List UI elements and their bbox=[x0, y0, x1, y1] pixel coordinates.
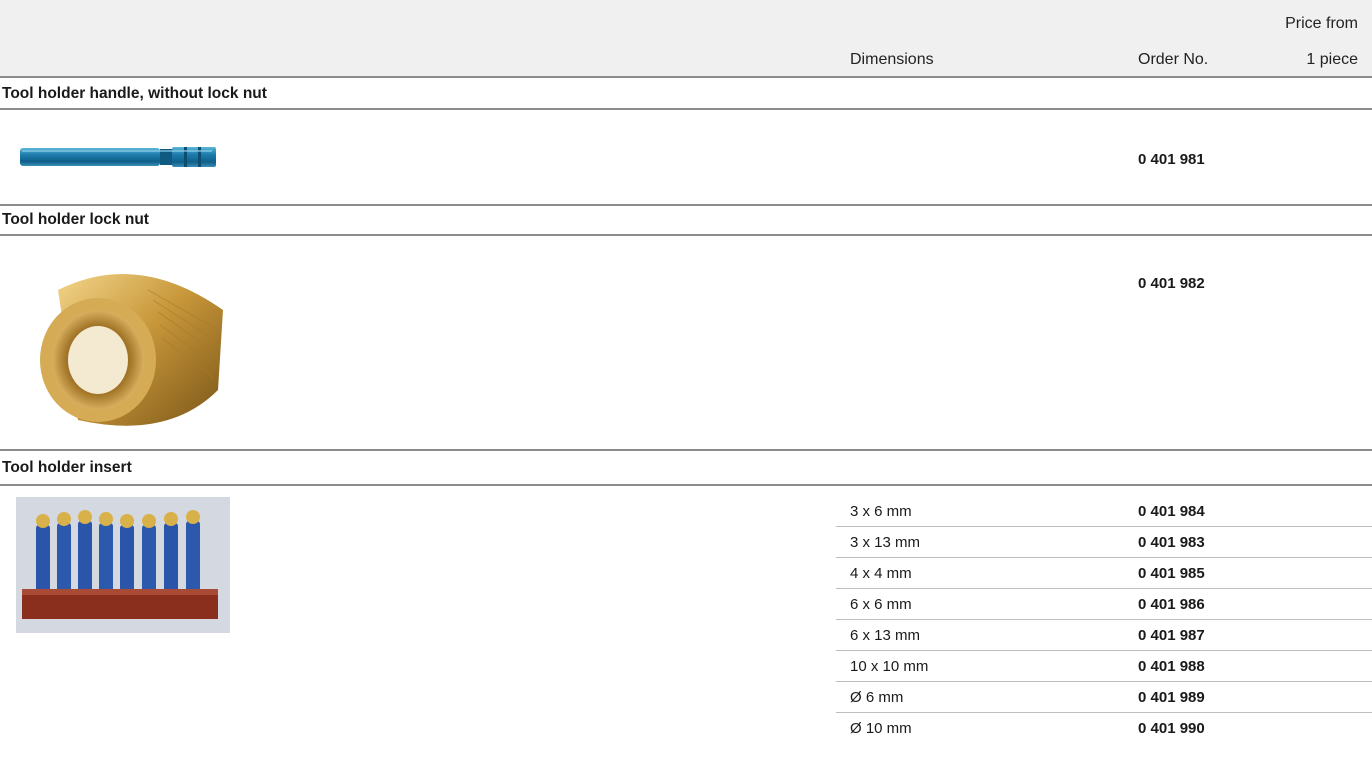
blue-handle-image bbox=[16, 136, 230, 184]
table-row: 6 x 13 mm 0 401 987 bbox=[836, 621, 1372, 651]
table-row: 10 x 10 mm 0 401 988 bbox=[836, 652, 1372, 682]
dimension-value: Ø 10 mm bbox=[850, 720, 912, 737]
order-no-value: 0 401 986 bbox=[1138, 596, 1205, 613]
order-no-lock-nut: 0 401 982 bbox=[1138, 275, 1205, 292]
order-no-value: 0 401 989 bbox=[1138, 689, 1205, 706]
order-no-value: 0 401 984 bbox=[1138, 503, 1205, 520]
order-no-handle: 0 401 981 bbox=[1138, 151, 1205, 168]
order-no-value: 0 401 985 bbox=[1138, 565, 1205, 582]
order-no-value: 0 401 983 bbox=[1138, 534, 1205, 551]
order-no-value: 0 401 988 bbox=[1138, 658, 1205, 675]
order-no-header: Order No. bbox=[1138, 51, 1209, 68]
order-no-value: 0 401 987 bbox=[1138, 627, 1205, 644]
price-header-line2: 1 piece bbox=[1306, 51, 1358, 68]
dimensions-header: Dimensions bbox=[850, 51, 934, 68]
table-row: 4 x 4 mm 0 401 985 bbox=[836, 559, 1372, 589]
dimension-value: 3 x 6 mm bbox=[850, 503, 912, 520]
table-row: 3 x 6 mm 0 401 984 bbox=[836, 497, 1372, 527]
section-title-insert: Tool holder insert bbox=[0, 451, 1372, 486]
inserts-in-stand-image bbox=[16, 497, 230, 637]
price-header-line1: Price from bbox=[1285, 15, 1358, 32]
brass-lock-nut-image bbox=[18, 250, 232, 446]
table-row: Ø 10 mm 0 401 990 bbox=[836, 714, 1372, 744]
table-header: Price from Dimensions Order No. 1 piece bbox=[0, 0, 1372, 78]
order-no-value: 0 401 990 bbox=[1138, 720, 1205, 737]
dimension-value: 4 x 4 mm bbox=[850, 565, 912, 582]
table-row: 3 x 13 mm 0 401 983 bbox=[836, 528, 1372, 558]
table-row: Ø 6 mm 0 401 989 bbox=[836, 683, 1372, 713]
dimension-value: 3 x 13 mm bbox=[850, 534, 921, 551]
dimension-value: 6 x 13 mm bbox=[850, 627, 921, 644]
section-title-lock-nut: Tool holder lock nut bbox=[0, 206, 1372, 236]
section-title-handle: Tool holder handle, without lock nut bbox=[0, 80, 1372, 110]
dimension-value: 6 x 6 mm bbox=[850, 596, 912, 613]
dimension-value: Ø 6 mm bbox=[850, 689, 904, 706]
table-row: 6 x 6 mm 0 401 986 bbox=[836, 590, 1372, 620]
dimension-value: 10 x 10 mm bbox=[850, 658, 929, 675]
